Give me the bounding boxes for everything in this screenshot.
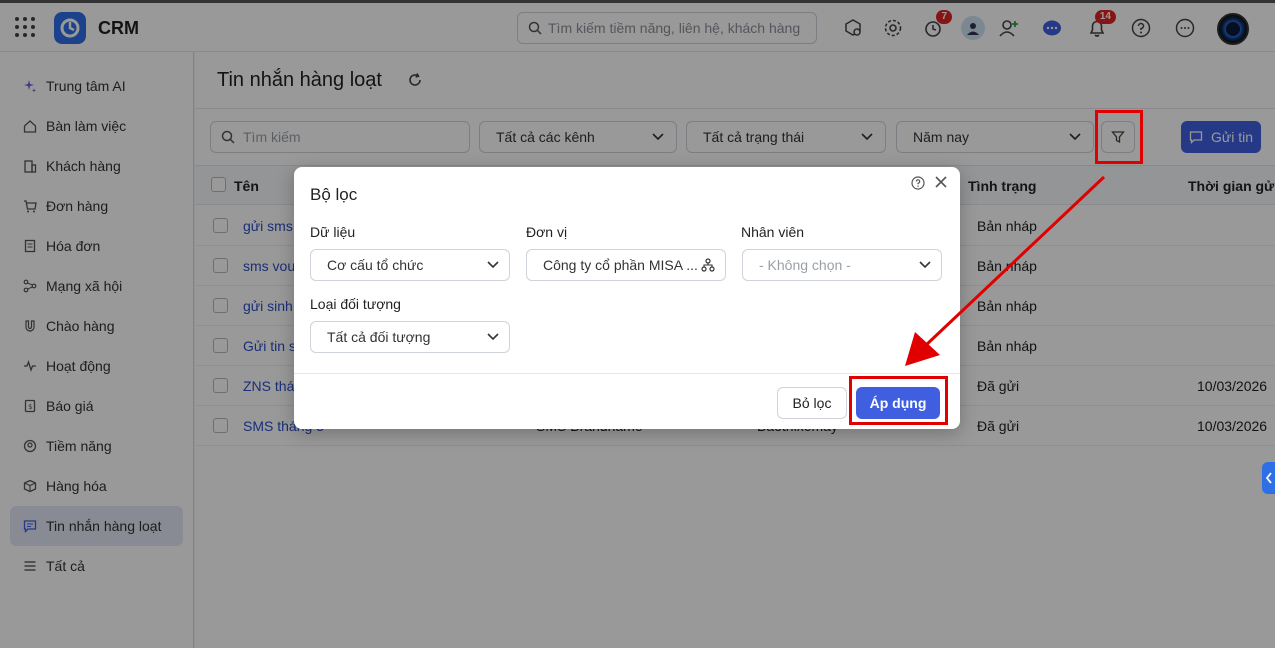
annotation-arrow: [905, 175, 1106, 366]
